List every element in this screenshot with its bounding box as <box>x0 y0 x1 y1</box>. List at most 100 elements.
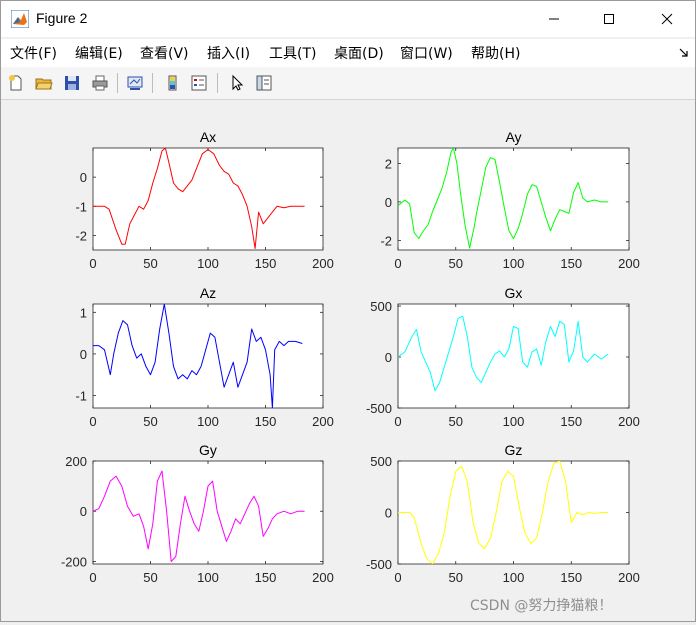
y-tick-label: 1 <box>80 305 87 320</box>
x-tick-label: 50 <box>143 256 157 271</box>
subplot-title: Gz <box>505 442 523 458</box>
x-tick-label: 150 <box>255 256 277 271</box>
menu-tools[interactable]: 工具(T) <box>269 43 316 63</box>
x-tick-label: 0 <box>394 414 401 429</box>
maximize-icon <box>604 14 614 24</box>
toolbar-separator <box>117 73 118 93</box>
x-tick-label: 100 <box>503 414 525 429</box>
x-tick-label: 50 <box>143 570 157 585</box>
edit-plot-arrow-icon <box>232 74 244 91</box>
toolbar-separator <box>217 73 218 93</box>
subplot-az[interactable]: Az0 50 100 150 200-101 <box>75 285 333 429</box>
window-title: Figure 2 <box>36 10 88 26</box>
menu-file[interactable]: 文件(F) <box>10 43 57 63</box>
x-tick-label: 200 <box>618 414 640 429</box>
subplot-ax[interactable]: Ax 0 50 100 150 200 -2 -1 0 <box>75 129 333 271</box>
y-tick-label: 0 <box>385 506 392 521</box>
menu-desktop[interactable]: 桌面(D) <box>334 43 384 63</box>
edit-plot-button[interactable] <box>226 72 248 94</box>
close-icon <box>661 13 673 25</box>
x-tick-label: 100 <box>503 570 525 585</box>
open-button[interactable] <box>33 72 55 94</box>
x-tick-label: 150 <box>560 414 582 429</box>
toolbar-separator <box>152 73 153 93</box>
minimize-icon <box>549 18 559 20</box>
x-tick-label: 200 <box>312 414 334 429</box>
axes-box <box>92 303 324 409</box>
x-tick-label: 100 <box>503 256 525 271</box>
y-tick-label: 0 <box>80 170 87 185</box>
y-tick-label: 500 <box>370 299 392 314</box>
y-tick-label: 0 <box>80 347 87 362</box>
insert-legend-icon <box>191 75 207 91</box>
open-icon <box>35 78 53 90</box>
insert-legend-button[interactable] <box>188 72 210 94</box>
subplot-title: Gy <box>199 442 217 458</box>
y-tick-label: 500 <box>370 454 392 469</box>
menu-help[interactable]: 帮助(H) <box>471 43 520 63</box>
save-icon <box>65 76 79 90</box>
x-tick-label: 50 <box>449 570 463 585</box>
print-icon <box>92 75 108 91</box>
new-figure-icon <box>9 75 22 91</box>
close-button[interactable] <box>644 1 690 37</box>
menu-edit[interactable]: 编辑(E) <box>75 43 123 63</box>
property-inspector-button[interactable] <box>253 72 275 94</box>
insert-colorbar-icon <box>168 75 177 91</box>
print-button[interactable] <box>89 72 111 94</box>
subplot-grid: Ax0 50 100 150 200-2-10Ay0 50 100 150 200-202Az0… <box>61 129 640 585</box>
minimize-button[interactable] <box>531 1 577 37</box>
x-tick-label: 200 <box>618 256 640 271</box>
y-tick-label: -1 <box>75 389 87 404</box>
figure-canvas: Ax 0 50 100 150 200 -2 -1 0 Ay 0 50 100 150 200 -2 0 2 Az 0… <box>1 100 695 621</box>
maximize-button[interactable] <box>586 1 632 37</box>
x-tick-label: 150 <box>560 570 582 585</box>
x-tick-label: 100 <box>197 414 219 429</box>
x-tick-label: 150 <box>255 570 277 585</box>
subplot-gx[interactable]: Gx0 50 100 150 200-5000500 <box>366 285 640 429</box>
menu-bar: 文件(F) 编辑(E) 查看(V) 插入(I) 工具(T) 桌面(D) 窗口(W… <box>1 39 695 67</box>
y-tick-label: -2 <box>75 228 87 243</box>
subplot-title: Ax <box>200 129 216 145</box>
toolbar <box>1 67 695 100</box>
insert-colorbar-button[interactable] <box>161 72 183 94</box>
x-tick-label: 0 <box>89 414 96 429</box>
x-tick-label: 0 <box>394 256 401 271</box>
x-tick-label: 200 <box>312 256 334 271</box>
menu-view[interactable]: 查看(V) <box>140 43 189 63</box>
y-tick-label: 0 <box>385 195 392 210</box>
menu-insert[interactable]: 插入(I) <box>207 43 250 63</box>
dock-arrow-icon[interactable] <box>679 48 689 58</box>
axes-box <box>397 147 630 251</box>
watermark-text: CSDN @努力挣猫粮！ <box>470 598 613 614</box>
link-plot-icon <box>127 76 143 90</box>
x-tick-label: 0 <box>394 570 401 585</box>
y-tick-label: 0 <box>80 504 87 519</box>
subplot-gy[interactable]: Gy0 50 100 150 200-2000200 <box>61 442 334 585</box>
x-tick-label: 100 <box>197 256 219 271</box>
subplot-title: Ay <box>505 129 521 145</box>
y-tick-label: -2 <box>380 233 392 248</box>
x-tick-label: 150 <box>255 414 277 429</box>
subplot-ay[interactable]: Ay0 50 100 150 200-202 <box>380 129 639 271</box>
link-plot-button[interactable] <box>124 72 146 94</box>
y-tick-label: 200 <box>65 454 87 469</box>
y-tick-label: -200 <box>61 554 87 569</box>
subplot-title: Az <box>200 285 216 301</box>
x-tick-label: 50 <box>449 256 463 271</box>
x-tick-label: 0 <box>89 570 96 585</box>
x-tick-label: 0 <box>89 256 96 271</box>
new-figure-button[interactable] <box>5 72 27 94</box>
x-tick-label: 200 <box>618 570 640 585</box>
x-tick-label: 100 <box>197 570 219 585</box>
menu-window[interactable]: 窗口(W) <box>400 43 453 63</box>
matlab-logo-icon <box>11 10 29 28</box>
y-tick-label: 2 <box>385 156 392 171</box>
x-tick-label: 150 <box>560 256 582 271</box>
axes-box <box>397 303 630 409</box>
title-bar: Figure 2 <box>1 1 695 37</box>
save-button[interactable] <box>61 72 83 94</box>
subplot-gz[interactable]: Gz0 50 100 150 200-5000500 <box>366 442 640 585</box>
x-tick-label: 50 <box>143 414 157 429</box>
x-tick-label: 200 <box>312 570 334 585</box>
